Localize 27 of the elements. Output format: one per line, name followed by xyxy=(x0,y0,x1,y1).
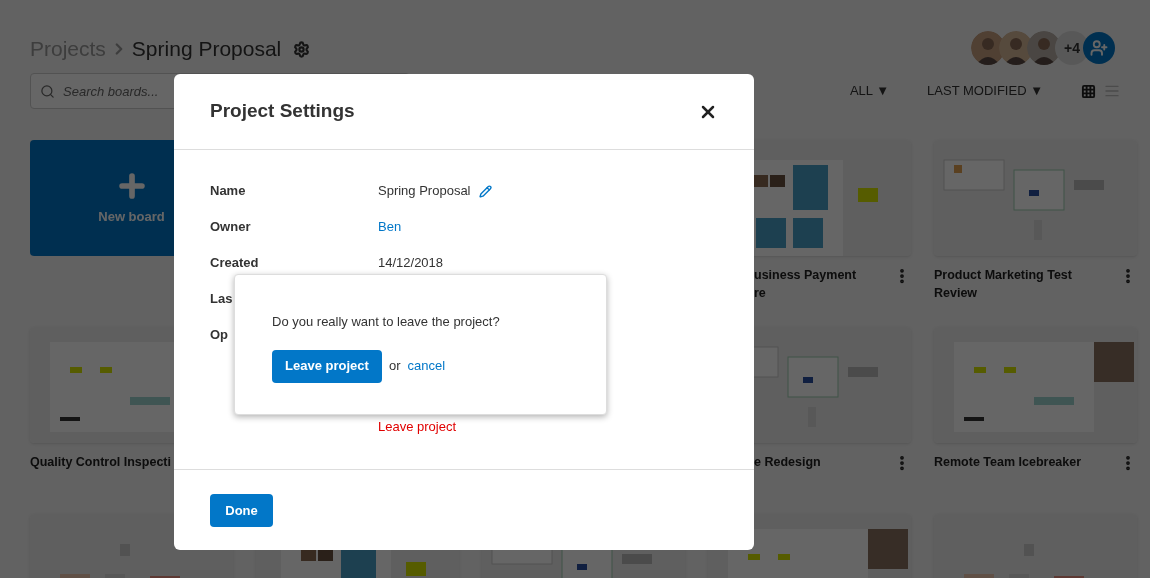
field-label: Created xyxy=(210,255,259,271)
add-user-icon xyxy=(1090,39,1108,57)
filter-dropdown[interactable]: ALL ▼ xyxy=(849,81,890,101)
board-title[interactable]: Remote Team Icebreaker xyxy=(934,453,1082,471)
owner-link[interactable]: Ben xyxy=(378,217,402,237)
or-text: or xyxy=(389,357,401,376)
leave-project-button[interactable]: Leave project xyxy=(272,349,382,383)
edit-icon[interactable] xyxy=(478,184,492,198)
field-label: Las xyxy=(210,291,233,307)
settings-icon[interactable] xyxy=(293,40,311,58)
board-title[interactable]: Product Marketing Test Review xyxy=(934,266,1072,302)
field-value: Spring Proposal xyxy=(378,182,471,201)
confirm-question: Do you really want to leave the project? xyxy=(272,313,501,331)
board-title[interactable]: usiness Payment re xyxy=(754,266,857,302)
board-title[interactable]: Quality Control Inspecti xyxy=(30,453,171,471)
field-label: Op xyxy=(210,326,229,345)
cancel-link[interactable]: cancel xyxy=(407,356,446,376)
field-value: 14/12/2018 xyxy=(378,254,444,273)
done-button[interactable]: Done xyxy=(210,494,273,527)
grid-view-icon[interactable] xyxy=(1081,83,1096,99)
project-title: Spring Proposal xyxy=(131,36,282,63)
sort-dropdown[interactable]: LAST MODIFIED ▼ xyxy=(927,81,1043,101)
add-member-button[interactable] xyxy=(1083,32,1115,64)
board-title[interactable]: e Redesign xyxy=(754,453,821,471)
dialog-title: Project Settings xyxy=(210,99,355,124)
leave-project-link[interactable]: Leave project xyxy=(378,419,457,434)
search-icon xyxy=(40,84,55,99)
